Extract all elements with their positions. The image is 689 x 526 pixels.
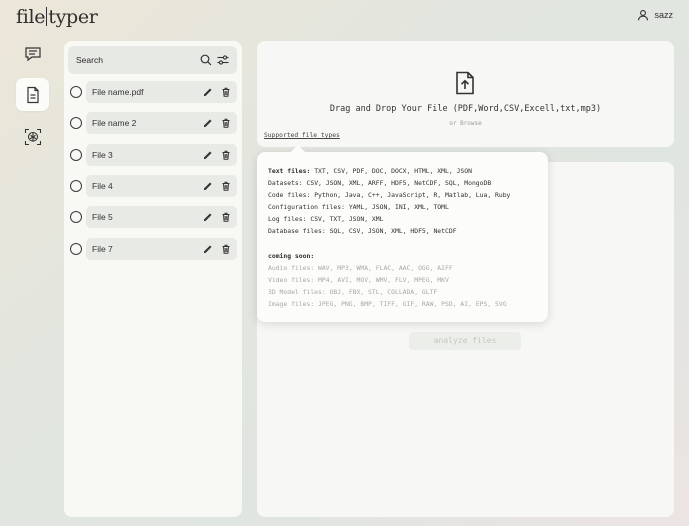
user-name: sazz <box>654 10 673 20</box>
tooltip-line: Datasets: CSV, JSON, XML, ARFF, HDF5, Ne… <box>268 179 492 188</box>
select-radio[interactable] <box>70 86 82 98</box>
tooltip-line: Configuration files: YAML, JSON, INI, XM… <box>268 203 449 212</box>
tooltip-line-soon: Image files: JPEG, PNG, BMP, TIFF, GIF, … <box>268 300 507 309</box>
chat-icon <box>24 46 41 61</box>
select-radio[interactable] <box>70 211 82 223</box>
tooltip-line-soon: Video files: MP4, AVI, MOV, WMV, FLV, MP… <box>268 275 449 284</box>
pencil-icon[interactable] <box>203 118 213 128</box>
user-menu[interactable]: sazz <box>637 9 673 21</box>
list-item[interactable]: File 7 <box>70 238 238 260</box>
tooltip-line-soon: Audio files: WAV, MP3, WMA, FLAC, AAC, O… <box>268 263 453 272</box>
trash-icon[interactable] <box>221 212 231 222</box>
analyze-button[interactable]: analyze files <box>409 332 521 350</box>
file-item[interactable]: File name 2 <box>86 112 237 134</box>
supported-types-link[interactable]: Supported file types <box>264 132 340 139</box>
logo-left: file <box>16 6 46 28</box>
trash-icon[interactable] <box>221 244 231 254</box>
file-item[interactable]: File 3 <box>86 144 237 166</box>
pencil-icon[interactable] <box>203 181 213 191</box>
search-bar[interactable]: Search <box>68 46 237 74</box>
nav-analysis[interactable] <box>16 120 49 153</box>
list-item[interactable]: File 4 <box>70 175 238 197</box>
upload-dropzone[interactable]: Drag and Drop Your File (PDF,Word,CSV,Ex… <box>257 41 674 147</box>
nav-chat[interactable] <box>16 37 49 70</box>
file-name: File name 2 <box>92 118 137 128</box>
brain-scan-icon <box>24 128 41 145</box>
list-item[interactable]: File 3 <box>70 144 238 166</box>
pencil-icon[interactable] <box>203 87 213 97</box>
filter-icon[interactable] <box>217 54 229 66</box>
file-item[interactable]: File name.pdf <box>86 81 237 103</box>
select-radio[interactable] <box>70 117 82 129</box>
select-radio[interactable] <box>70 180 82 192</box>
pencil-icon[interactable] <box>203 212 213 222</box>
tooltip-line-soon: 3D Model files: OBJ, FBX, STL, COLLADA, … <box>268 287 438 296</box>
pencil-icon[interactable] <box>203 244 213 254</box>
files-panel: Search File name.pdf File name 2 File 3 … <box>64 41 242 517</box>
file-item[interactable]: File 5 <box>86 206 237 228</box>
search-icon[interactable] <box>200 54 212 66</box>
document-icon <box>26 86 39 103</box>
tooltip-line: Log files: CSV, TXT, JSON, XML <box>268 215 384 224</box>
tooltip-spacer <box>268 238 537 250</box>
pencil-icon[interactable] <box>203 150 213 160</box>
select-radio[interactable] <box>70 149 82 161</box>
list-item[interactable]: File name 2 <box>70 112 238 134</box>
drag-drop-text: Drag and Drop Your File (PDF,Word,CSV,Ex… <box>329 104 602 114</box>
trash-icon[interactable] <box>221 150 231 160</box>
file-name: File name.pdf <box>92 87 144 97</box>
file-item[interactable]: File 4 <box>86 175 237 197</box>
logo-right: typer <box>48 6 98 28</box>
upload-icon <box>456 71 474 95</box>
list-item[interactable]: File name.pdf <box>70 81 238 103</box>
supported-types-tooltip: Text files: TXT, CSV, PDF, DOC, DOCX, HT… <box>257 152 548 322</box>
user-icon <box>638 10 649 21</box>
trash-icon[interactable] <box>221 118 231 128</box>
coming-soon-heading: coming soon: <box>268 251 315 260</box>
file-name: File 3 <box>92 150 113 160</box>
tooltip-line: Text files: TXT, CSV, PDF, DOC, DOCX, HT… <box>268 167 472 175</box>
file-item[interactable]: File 7 <box>86 238 237 260</box>
browse-link[interactable]: or Browse <box>257 120 674 127</box>
file-name: File 4 <box>92 181 113 191</box>
select-radio[interactable] <box>70 243 82 255</box>
trash-icon[interactable] <box>221 181 231 191</box>
search-input[interactable]: Search <box>76 55 195 65</box>
trash-icon[interactable] <box>221 87 231 97</box>
tooltip-line: Code files: Python, Java, C++, JavaScrip… <box>268 191 511 200</box>
app-logo[interactable]: file typer <box>16 6 98 28</box>
file-name: File 7 <box>92 244 113 254</box>
file-name: File 5 <box>92 212 113 222</box>
tooltip-line: Database files: SQL, CSV, JSON, XML, HDF… <box>268 227 457 236</box>
nav-files[interactable] <box>16 78 49 111</box>
list-item[interactable]: File 5 <box>70 206 238 228</box>
